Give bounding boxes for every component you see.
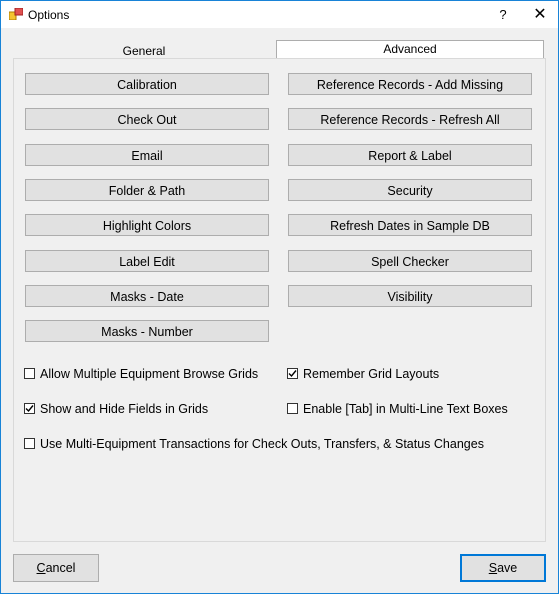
email-button[interactable]: Email: [25, 144, 269, 166]
reference-records-add-missing-button[interactable]: Reference Records - Add Missing: [288, 73, 532, 95]
checkbox-label: Remember Grid Layouts: [303, 367, 440, 381]
help-icon[interactable]: ?: [489, 1, 517, 28]
highlight-colors-button[interactable]: Highlight Colors: [25, 214, 269, 236]
visibility-button[interactable]: Visibility: [288, 285, 532, 307]
checkmark-icon: [25, 405, 34, 413]
label-edit-button[interactable]: Label Edit: [25, 250, 269, 272]
checkbox-label: Enable [Tab] in Multi-Line Text Boxes: [303, 402, 508, 416]
report-label-button[interactable]: Report & Label: [288, 144, 532, 166]
cancel-button[interactable]: Cancel: [13, 554, 99, 582]
close-icon[interactable]: ✕: [523, 1, 557, 28]
save-label: ave: [497, 561, 518, 575]
checkbox-box[interactable]: [287, 368, 298, 379]
check-out-button[interactable]: Check Out: [25, 108, 269, 130]
masks-number-button[interactable]: Masks - Number: [25, 320, 269, 342]
window-title: Options: [28, 8, 70, 22]
reference-records-refresh-all-button[interactable]: Reference Records - Refresh All: [288, 108, 532, 130]
title-bar: Options ? ✕: [1, 1, 558, 28]
tab-advanced[interactable]: Advanced: [276, 40, 544, 58]
checkbox-box[interactable]: [24, 368, 35, 379]
calibration-button[interactable]: Calibration: [25, 73, 269, 95]
save-button[interactable]: Save: [460, 554, 546, 582]
security-button[interactable]: Security: [288, 179, 532, 201]
save-accelerator: S: [488, 561, 498, 575]
masks-date-button[interactable]: Masks - Date: [25, 285, 269, 307]
checkbox-box[interactable]: [24, 438, 35, 449]
cancel-label: ancel: [45, 561, 76, 575]
spell-checker-button[interactable]: Spell Checker: [288, 250, 532, 272]
app-icon: [8, 7, 24, 21]
checkbox-label: Allow Multiple Equipment Browse Grids: [40, 367, 259, 381]
checkbox-box[interactable]: [287, 403, 298, 414]
options-dialog: Options ? ✕ General Advanced Calibration…: [0, 0, 559, 594]
checkbox-box[interactable]: [24, 403, 35, 414]
checkbox-label: Use Multi-Equipment Transactions for Che…: [40, 437, 484, 451]
checkmark-icon: [288, 370, 297, 378]
checkbox-label: Show and Hide Fields in Grids: [40, 402, 209, 416]
folder-path-button[interactable]: Folder & Path: [25, 179, 269, 201]
refresh-dates-button[interactable]: Refresh Dates in Sample DB: [288, 214, 532, 236]
cancel-accelerator: C: [36, 561, 46, 575]
